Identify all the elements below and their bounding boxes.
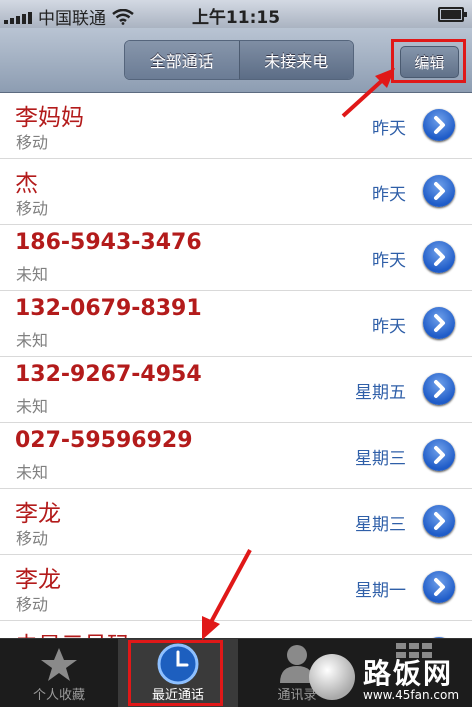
call-name: 李龙 (15, 501, 61, 527)
battery-icon (438, 7, 467, 22)
status-time: 上午11:15 (191, 8, 281, 28)
tab-favorites[interactable]: 个人收藏 (0, 639, 118, 707)
call-time: 昨天 (372, 251, 406, 271)
star-icon (41, 648, 77, 681)
detail-disclosure-button[interactable] (423, 307, 455, 339)
call-row[interactable]: 杰移动 昨天 (0, 159, 472, 225)
call-type: 移动 (16, 529, 49, 548)
chevron-right-icon (434, 182, 445, 200)
call-name: 027-59596929 (15, 428, 193, 453)
call-row[interactable]: 132-9267-4954 未知 星期五 (0, 357, 472, 423)
call-name: 李龙 (15, 567, 61, 593)
chevron-right-icon (434, 380, 445, 398)
call-name: 未显示号码 (15, 626, 130, 638)
call-name: 132-9267-4954 (15, 362, 202, 387)
call-row[interactable]: 186-5943-3476 未知 昨天 (0, 225, 472, 291)
call-time: 星期五 (355, 383, 406, 403)
call-type: 未知 (16, 265, 49, 284)
call-time: 昨天 (372, 185, 406, 205)
call-row[interactable]: 132-0679-8391 未知 昨天 (0, 291, 472, 357)
annotation-arrow-recents (202, 549, 252, 640)
call-type: 移动 (16, 199, 49, 218)
call-type: 未知 (16, 397, 49, 416)
segmented-control: 全部通话 未接来电 (124, 40, 354, 80)
call-type: 未知 (16, 331, 49, 350)
detail-disclosure-button[interactable] (423, 439, 455, 471)
watermark-logo (309, 654, 355, 700)
detail-disclosure-button[interactable] (423, 109, 455, 141)
chevron-right-icon (434, 116, 445, 134)
call-name: 132-0679-8391 (15, 296, 202, 321)
call-row[interactable]: 027-59596929 未知 星期三 (0, 423, 472, 489)
watermark: 路饭网 www.45fan.com (305, 652, 472, 706)
detail-disclosure-button[interactable] (423, 505, 455, 537)
detail-disclosure-button[interactable] (423, 175, 455, 207)
watermark-text: 路饭网 (363, 657, 454, 690)
call-type: 移动 (16, 133, 49, 152)
call-name: 李妈妈 (15, 105, 84, 131)
watermark-url: www.45fan.com (363, 688, 460, 702)
detail-disclosure-button[interactable] (423, 241, 455, 273)
detail-disclosure-button[interactable] (423, 373, 455, 405)
detail-disclosure-button[interactable] (423, 571, 455, 603)
tab-favorites-label: 个人收藏 (32, 688, 85, 703)
call-time: 昨天 (372, 317, 406, 337)
chevron-right-icon (434, 446, 445, 464)
call-name: 186-5943-3476 (15, 230, 202, 255)
chevron-right-icon (434, 314, 445, 332)
status-bar: 中国联通 上午11:15 (0, 0, 472, 29)
call-time: 星期三 (355, 449, 406, 469)
segment-all-calls[interactable]: 全部通话 (125, 41, 239, 79)
call-type: 未知 (16, 463, 49, 482)
call-type: 移动 (16, 595, 49, 614)
chevron-right-icon (434, 512, 445, 530)
call-time: 星期三 (355, 515, 406, 535)
recents-highlight-frame (128, 640, 223, 706)
annotation-arrow-edit (341, 68, 395, 118)
call-time: 星期一 (355, 581, 406, 601)
call-name: 杰 (15, 171, 38, 197)
chevron-right-icon (434, 578, 445, 596)
chevron-right-icon (434, 248, 445, 266)
